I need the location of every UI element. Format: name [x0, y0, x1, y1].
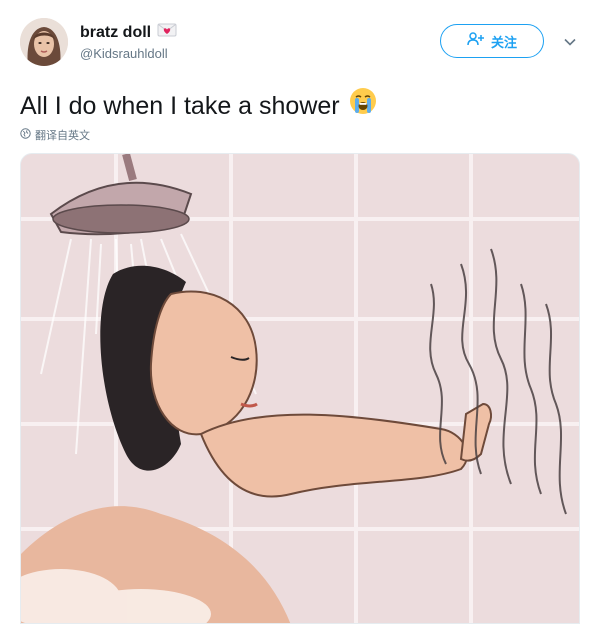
translate-link[interactable]: 翻译自英文	[20, 127, 90, 143]
follow-label: 关注	[490, 35, 517, 51]
globe-icon	[20, 128, 31, 142]
user-handle[interactable]: @Kidsrauhldoll	[80, 46, 168, 61]
loudly-crying-face-icon	[348, 86, 378, 125]
avatar[interactable]	[20, 18, 68, 66]
name-row: bratz doll	[80, 22, 177, 43]
tweet-header: bratz doll @Kidsrauhldoll 关注	[20, 18, 580, 74]
follow-button[interactable]: 关注	[440, 24, 544, 58]
tweet-media-image[interactable]	[20, 153, 580, 624]
tweet-text: All I do when I take a shower	[20, 91, 340, 120]
love-letter-icon	[157, 22, 177, 43]
tweet-text-row: All I do when I take a shower	[20, 86, 378, 125]
add-user-icon	[467, 32, 485, 50]
display-name[interactable]: bratz doll	[80, 24, 151, 42]
chevron-down-icon[interactable]	[560, 32, 580, 52]
translate-label: 翻译自英文	[35, 129, 90, 142]
